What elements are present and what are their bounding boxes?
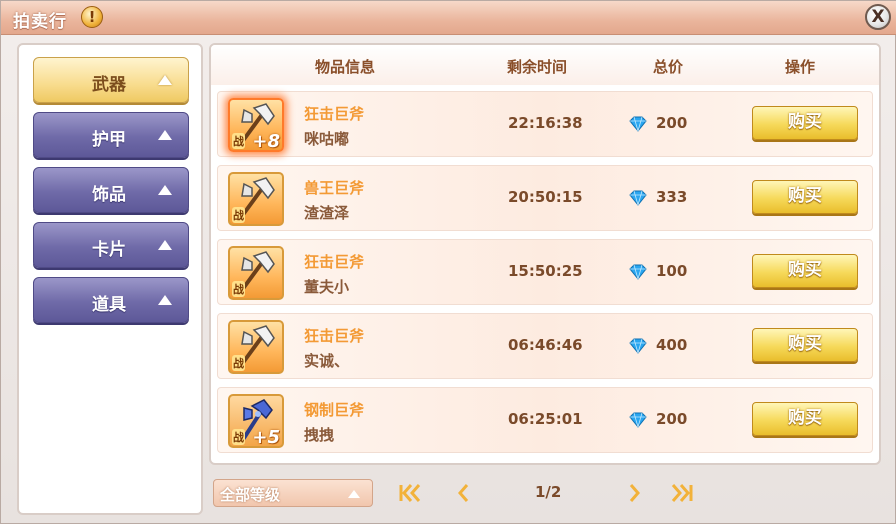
header-item-info: 物品信息 <box>315 58 376 76</box>
class-tag: 战 <box>232 133 245 149</box>
axe-icon[interactable]: 战 <box>228 320 284 374</box>
axe-icon[interactable]: 战 <box>228 172 284 226</box>
category-armor[interactable]: 护甲 <box>33 112 189 158</box>
page-indicator: 1/2 <box>535 483 562 501</box>
triangle-up-icon <box>158 75 172 85</box>
item-name: 兽王巨斧 <box>304 179 365 197</box>
window-title: 拍卖行 <box>13 12 67 32</box>
category-panel: 武器 护甲 饰品 卡片 道具 <box>17 43 203 515</box>
table-header: 物品信息 剩余时间 总价 操作 <box>211 45 879 85</box>
triangle-up-icon <box>158 130 172 140</box>
seller-name: 渣渣泽 <box>304 204 350 222</box>
item-name: 狂击巨斧 <box>304 105 365 123</box>
header-total-price: 总价 <box>653 58 684 76</box>
seller-name: 咪咕嘟 <box>304 130 350 148</box>
table-row[interactable]: 战 +8 狂击巨斧 咪咕嘟 22:16:38 200 购买 <box>217 91 873 157</box>
steel-axe-icon[interactable]: 战 +5 <box>228 394 284 448</box>
first-page-icon[interactable] <box>393 481 423 505</box>
auction-window: 拍卖行 ! X 武器 护甲 饰品 卡片 道具 物品信息 剩余时间 总价 操作 战… <box>0 0 896 524</box>
time-left: 22:16:38 <box>508 114 583 132</box>
price: 100 <box>656 262 688 280</box>
close-button[interactable]: X <box>865 4 891 30</box>
diamond-icon <box>629 190 647 206</box>
price: 333 <box>656 188 688 206</box>
buy-button[interactable]: 购买 <box>752 402 858 436</box>
diamond-icon <box>629 338 647 354</box>
pager-bar: 全部等级 1/2 <box>209 473 881 513</box>
header-action: 操作 <box>785 58 816 76</box>
buy-button[interactable]: 购买 <box>752 328 858 362</box>
enhance-level: +8 <box>252 131 280 152</box>
title-bar: 拍卖行 ! X <box>1 1 896 35</box>
level-filter-label: 全部等级 <box>220 486 281 504</box>
diamond-icon <box>629 264 647 280</box>
triangle-up-icon <box>348 490 360 498</box>
listing-panel: 物品信息 剩余时间 总价 操作 战 +8 狂击巨斧 咪咕嘟 22:16:38 2… <box>209 43 881 465</box>
class-tag: 战 <box>232 429 245 445</box>
price: 200 <box>656 114 688 132</box>
level-filter-dropdown[interactable]: 全部等级 <box>213 479 373 507</box>
item-name: 狂击巨斧 <box>304 327 365 345</box>
category-label: 卡片 <box>92 240 126 260</box>
category-accessory[interactable]: 饰品 <box>33 167 189 213</box>
next-page-icon[interactable] <box>619 481 649 505</box>
price: 400 <box>656 336 688 354</box>
diamond-icon <box>629 412 647 428</box>
triangle-up-icon <box>158 240 172 250</box>
time-left: 06:25:01 <box>508 410 583 428</box>
category-item[interactable]: 道具 <box>33 277 189 323</box>
seller-name: 董夫小 <box>304 278 350 296</box>
diamond-icon <box>629 116 647 132</box>
class-tag: 战 <box>232 207 245 223</box>
buy-button[interactable]: 购买 <box>752 180 858 214</box>
seller-name: 拽拽 <box>304 426 335 444</box>
buy-button[interactable]: 购买 <box>752 254 858 288</box>
buy-button[interactable]: 购买 <box>752 106 858 140</box>
help-icon[interactable]: ! <box>81 6 103 28</box>
category-label: 道具 <box>92 295 126 315</box>
seller-name: 实诚、 <box>304 352 350 370</box>
time-left: 15:50:25 <box>508 262 583 280</box>
triangle-up-icon <box>158 185 172 195</box>
header-time-left: 剩余时间 <box>507 58 568 76</box>
time-left: 06:46:46 <box>508 336 583 354</box>
category-label: 武器 <box>92 75 126 95</box>
category-weapon[interactable]: 武器 <box>33 57 189 103</box>
axe-icon[interactable]: 战 <box>228 246 284 300</box>
table-row[interactable]: 战 兽王巨斧 渣渣泽 20:50:15 333 购买 <box>217 165 873 231</box>
category-label: 饰品 <box>92 185 126 205</box>
class-tag: 战 <box>232 281 245 297</box>
class-tag: 战 <box>232 355 245 371</box>
category-label: 护甲 <box>92 130 126 150</box>
last-page-icon[interactable] <box>669 481 699 505</box>
category-card[interactable]: 卡片 <box>33 222 189 268</box>
table-row[interactable]: 战 狂击巨斧 董夫小 15:50:25 100 购买 <box>217 239 873 305</box>
enhance-level: +5 <box>252 427 280 448</box>
item-name: 狂击巨斧 <box>304 253 365 271</box>
item-name: 钢制巨斧 <box>304 401 365 419</box>
table-row[interactable]: 战 +5 钢制巨斧 拽拽 06:25:01 200 购买 <box>217 387 873 453</box>
table-row[interactable]: 战 狂击巨斧 实诚、 06:46:46 400 购买 <box>217 313 873 379</box>
price: 200 <box>656 410 688 428</box>
prev-page-icon[interactable] <box>449 481 479 505</box>
time-left: 20:50:15 <box>508 188 583 206</box>
triangle-up-icon <box>158 295 172 305</box>
axe-icon[interactable]: 战 +8 <box>228 98 284 152</box>
